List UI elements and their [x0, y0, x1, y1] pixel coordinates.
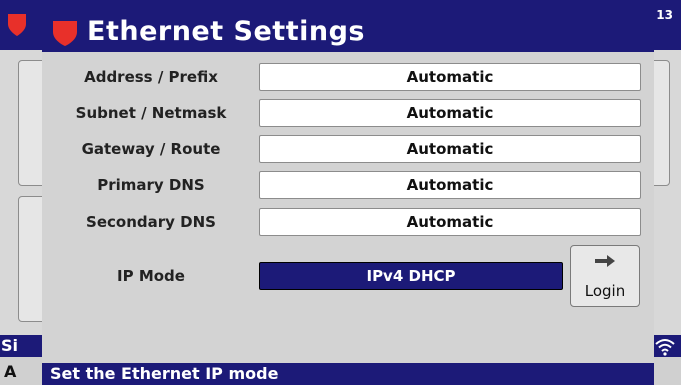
gateway-route-field[interactable]: Automatic — [259, 135, 641, 163]
gateway-route-label: Gateway / Route — [81, 140, 221, 158]
primary-dns-label: Primary DNS — [97, 176, 205, 194]
dialog-title-bar: Ethernet Settings — [42, 10, 654, 52]
ethernet-settings-dialog: Ethernet Settings Address / Prefix Autom… — [42, 10, 654, 385]
dialog-title: Ethernet Settings — [87, 16, 365, 47]
address-prefix-field[interactable]: Automatic — [259, 63, 641, 91]
address-prefix-label: Address / Prefix — [84, 68, 218, 86]
help-text: Set the Ethernet IP mode — [50, 364, 279, 383]
login-button[interactable]: Login — [570, 245, 640, 307]
background-corner-number: 13 — [656, 8, 673, 22]
arrow-right-icon — [595, 255, 615, 267]
ip-mode-selector[interactable]: IPv4 DHCP — [259, 262, 563, 290]
subnet-netmask-field[interactable]: Automatic — [259, 99, 641, 127]
shield-icon — [8, 14, 26, 36]
primary-dns-field[interactable]: Automatic — [259, 171, 641, 199]
background-bottom-text: Si — [1, 336, 19, 355]
secondary-dns-label: Secondary DNS — [86, 213, 216, 231]
secondary-dns-field[interactable]: Automatic — [259, 208, 641, 236]
shield-icon — [53, 21, 77, 46]
ip-mode-label: IP Mode — [117, 267, 185, 285]
dialog-footer: Set the Ethernet IP mode — [42, 363, 654, 385]
background-status-text: A — [4, 362, 17, 381]
wifi-icon — [655, 339, 675, 356]
subnet-netmask-label: Subnet / Netmask — [75, 104, 227, 122]
login-button-label: Login — [584, 282, 626, 300]
